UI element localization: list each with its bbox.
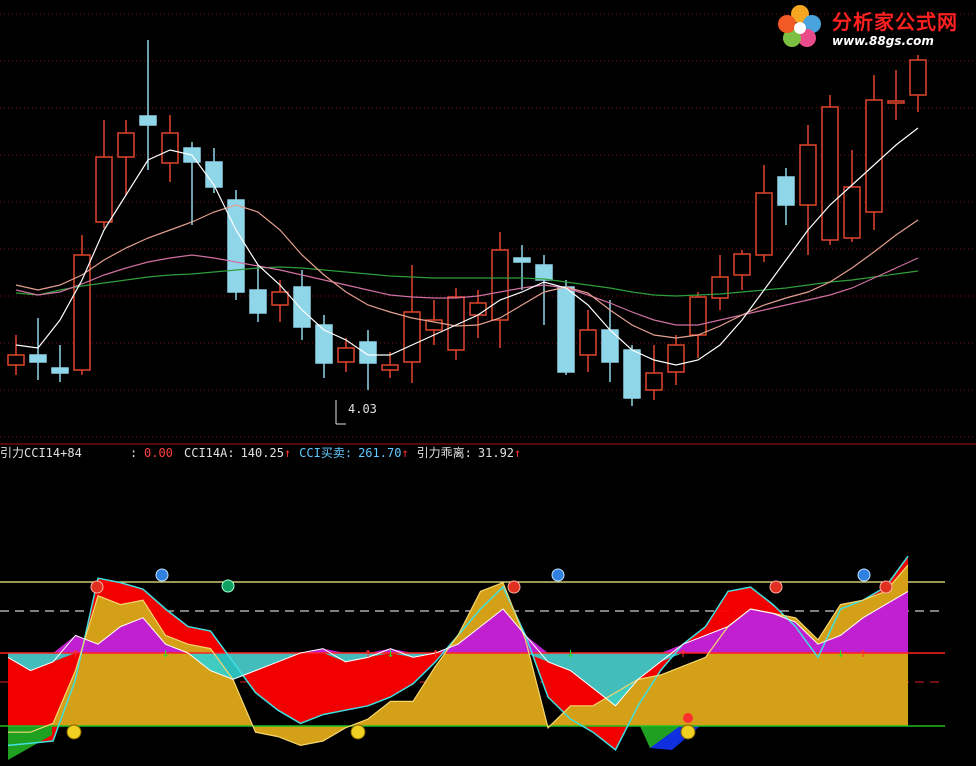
green-signal-ball-icon (221, 579, 235, 593)
candle-up (161, 132, 179, 164)
sell-arrow-icon: ↓ (162, 646, 170, 661)
sell-signal-ball-icon (769, 580, 783, 594)
candle-up (117, 132, 135, 158)
cci-buysell-label: CCI买卖: (299, 446, 353, 460)
cci-buysell-up-arrow: ↑ (401, 446, 409, 460)
sell-signal-ball-icon (507, 580, 521, 594)
smiley-icon (66, 724, 82, 740)
buy-arrow-icon: ↑ (364, 646, 372, 661)
divergence-up-arrow: ↑ (514, 446, 522, 460)
candle-down (205, 161, 223, 188)
candle-down (51, 367, 69, 374)
candle-up (887, 100, 905, 104)
candle-up (733, 253, 751, 276)
candle-down (293, 286, 311, 328)
cci-buysell-value: 261.70 (358, 446, 402, 460)
candle-up (469, 302, 487, 316)
candle-down (623, 349, 641, 399)
candle-up (7, 354, 25, 366)
site-logo: 分析家公式网 www.88gs.com (772, 2, 976, 52)
sell-signal-ball-icon (879, 580, 893, 594)
divergence-label: 引力乖离: (416, 446, 472, 460)
cci14a-up-arrow: ↑ (283, 446, 292, 460)
candle-up (491, 249, 509, 321)
cci14a-value: 140.25 (240, 446, 284, 460)
candle-down (557, 286, 575, 373)
buy-arrow-icon: ↑ (72, 646, 80, 661)
candle-up (645, 372, 663, 391)
candle-down (513, 257, 531, 263)
candle-up (73, 254, 91, 371)
candle-down (227, 199, 245, 293)
sell-signal-ball-icon (90, 580, 104, 594)
smiley-icon (680, 724, 696, 740)
buy-arrow-icon: ↑ (679, 646, 687, 661)
candle-up (909, 59, 927, 96)
candle-up (447, 296, 465, 351)
candle-down (249, 289, 267, 314)
candle-up (337, 347, 355, 363)
ma-green-line (15, 266, 919, 297)
divergence-value: 31.92 (477, 446, 515, 460)
stock-chart-window: { "logo": { "title": "分析家公式网", "url": "w… (0, 0, 976, 766)
candle-down (777, 176, 795, 206)
candle-down (359, 341, 377, 364)
logo-url: www.88gs.com (832, 34, 934, 48)
candle-up (689, 296, 707, 336)
blue-signal-ball-icon (857, 568, 871, 582)
low-price-label: 4.03 (348, 402, 377, 416)
candle-down (315, 324, 333, 364)
cci14a-label: CCI14A: (184, 446, 235, 460)
sell-arrow-icon: ↓ (837, 646, 845, 661)
sell-arrow-icon: ↓ (567, 646, 575, 661)
candle-up (667, 344, 685, 373)
candle-down (535, 264, 553, 281)
candle-up (865, 99, 883, 213)
candle-up (381, 364, 399, 371)
flower-icon (778, 5, 821, 47)
candle-up (95, 156, 113, 223)
candle-up (755, 192, 773, 256)
candle-up (799, 144, 817, 206)
blue-signal-ball-icon (155, 568, 169, 582)
blue-signal-ball-icon (551, 568, 565, 582)
candle-up (821, 106, 839, 241)
candle-up (579, 329, 597, 356)
candle-up (843, 186, 861, 239)
smiley-icon (350, 724, 366, 740)
ma-pink-line (15, 204, 919, 339)
indicator-bar: 引力CCI14+84:0.00 CCI14A: 140.25↑ CCI买卖: 261.7… (0, 444, 521, 462)
formula-name[interactable]: 引力CCI14+84 (0, 444, 130, 462)
candle-up (271, 291, 289, 306)
red-dot-icon (683, 713, 693, 723)
candle-down (139, 115, 157, 126)
ma-white-line (15, 127, 919, 366)
sell-arrow-icon: ↓ (387, 646, 395, 661)
value0-sep: : (130, 446, 138, 460)
buy-arrow-icon: ↑ (859, 646, 867, 661)
buy-arrow-icon: ↑ (432, 646, 440, 661)
candle-down (29, 354, 47, 363)
chart-canvas: ↑ ↑ ↑ ↑ ↑ ↓ ↓ ↓ ↓ (0, 13, 976, 760)
logo-title: 分析家公式网 (832, 10, 958, 34)
value0: 0.00 (144, 446, 173, 460)
